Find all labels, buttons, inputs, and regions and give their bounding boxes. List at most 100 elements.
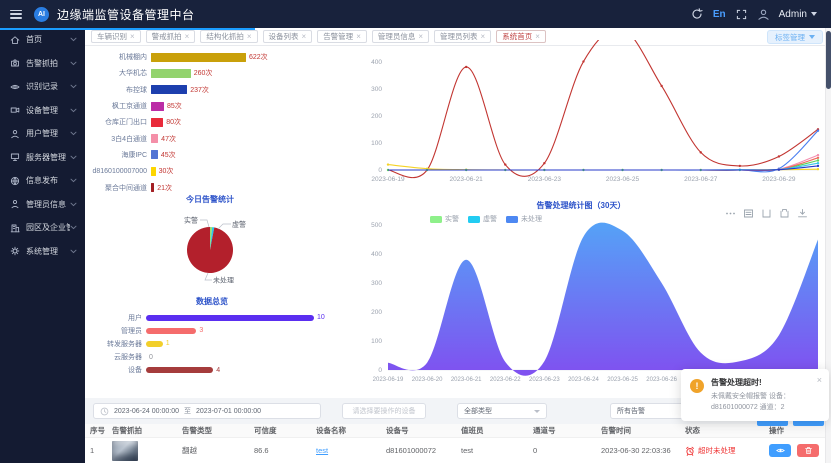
svg-text:2023-06-23: 2023-06-23: [528, 176, 562, 183]
bar-category-label: 大华机芯: [87, 68, 147, 78]
svg-text:虚警: 虚警: [232, 220, 246, 229]
sidebar-item-user-management[interactable]: 用户管理: [0, 122, 85, 146]
globe-icon: [10, 175, 21, 186]
close-icon[interactable]: ×: [302, 32, 307, 41]
table-header-cell: 操作: [769, 425, 819, 436]
user-name: Admin: [779, 9, 807, 20]
sidebar-item-system-management[interactable]: 系统管理: [0, 240, 85, 264]
tab-chip-2[interactable]: 结构化抓拍×: [200, 30, 257, 43]
bar-row: 大华机芯 260次: [87, 65, 339, 81]
svg-text:2023-06-19: 2023-06-19: [373, 377, 404, 383]
svg-text:2023-06-25: 2023-06-25: [606, 176, 640, 183]
sidebar-item-home[interactable]: 首页: [0, 28, 85, 52]
bar-row: 机械棚内622次: [87, 49, 339, 65]
chevron-down-icon: [534, 410, 540, 413]
bar: [151, 53, 246, 62]
chevron-down-icon: [70, 202, 77, 207]
chevron-down-icon: [70, 61, 77, 66]
close-icon[interactable]: ×: [185, 32, 190, 41]
table-header-cell: 状态: [685, 425, 769, 436]
person-icon: [10, 199, 21, 210]
bar: [151, 183, 154, 192]
bar-value-label: 260次: [194, 68, 213, 78]
bar: [151, 167, 156, 176]
tab-chip-3[interactable]: 设备列表×: [263, 30, 313, 43]
bar: [146, 341, 163, 347]
bar: [151, 118, 163, 127]
tab-chip-label: 警戒抓拍: [152, 31, 182, 42]
bar-row: 云服务器0: [87, 351, 339, 364]
bar: [151, 69, 191, 78]
svg-text:2023-06-22: 2023-06-22: [490, 377, 521, 383]
bar-row: 3白4白通道47次: [87, 130, 339, 146]
view-detail-button[interactable]: [769, 444, 791, 457]
close-icon[interactable]: ×: [817, 375, 822, 385]
avatar-icon[interactable]: [757, 8, 770, 21]
warning-icon: !: [690, 379, 704, 393]
svg-text:2023-06-24: 2023-06-24: [568, 377, 599, 383]
user-menu[interactable]: Admin: [779, 9, 817, 20]
date-range-picker[interactable]: 2023-06-24 00:00:00 至 2023-07-01 00:00:0…: [93, 403, 321, 419]
table-header-cell: 告警类型: [182, 425, 254, 436]
svg-text:0: 0: [378, 167, 382, 174]
cell-alarm-time: 2023-06-30 22:03:36: [601, 446, 685, 455]
tab-chip-label: 设备列表: [269, 31, 299, 42]
bar: [146, 367, 213, 373]
overview-chart-title: 数据总览: [137, 296, 287, 307]
type-select[interactable]: 全部类型: [457, 403, 547, 419]
sidebar-item-label: 设备管理: [26, 105, 58, 116]
sidebar-item-label: 信息发布: [26, 175, 58, 186]
svg-text:400: 400: [371, 59, 382, 66]
svg-text:2023-06-23: 2023-06-23: [529, 377, 560, 383]
sidebar-item-info-publish[interactable]: 信息发布: [0, 169, 85, 193]
svg-text:2023-06-19: 2023-06-19: [371, 176, 405, 183]
gear-icon: [10, 246, 21, 257]
svg-text:2023-06-26: 2023-06-26: [646, 377, 677, 383]
cell-operator: test: [461, 446, 533, 455]
refresh-icon[interactable]: [691, 8, 704, 21]
sidebar-item-admin-info[interactable]: 管理员信息: [0, 193, 85, 217]
menu-toggle-icon[interactable]: [10, 10, 22, 19]
delete-button[interactable]: [797, 444, 819, 457]
vertical-scrollbar-thumb[interactable]: [826, 31, 831, 89]
tab-chip-label: 结构化抓拍: [206, 31, 244, 42]
bar-category-label: 管理员: [87, 326, 142, 336]
alarm-snapshot-thumbnail[interactable]: [112, 441, 138, 461]
sidebar-item-alarm-capture[interactable]: 告警抓拍: [0, 52, 85, 76]
sidebar-item-label: 园区及企业管理: [26, 222, 70, 233]
bar-category-label: 3白4白通道: [87, 134, 147, 144]
table-header-cell: 可信度: [254, 425, 316, 436]
svg-text:实警: 实警: [184, 216, 198, 225]
chevron-down-icon: [811, 12, 817, 16]
language-toggle[interactable]: En: [713, 9, 726, 20]
tab-chip-0[interactable]: 车辆识别×: [91, 30, 141, 43]
svg-text:2023-06-29: 2023-06-29: [762, 176, 796, 183]
close-icon[interactable]: ×: [130, 32, 135, 41]
sidebar-item-server-management[interactable]: 服务器管理: [0, 146, 85, 170]
svg-text:100: 100: [371, 140, 382, 147]
home-icon: [10, 34, 21, 45]
fullscreen-icon[interactable]: [735, 8, 748, 21]
sidebar-item-recognition-records[interactable]: 识别记录: [0, 75, 85, 99]
device-name-link[interactable]: test: [316, 446, 328, 455]
sidebar-item-park-enterprise[interactable]: 园区及企业管理: [0, 216, 85, 240]
table-header-cell: 设备名称: [316, 425, 386, 436]
tab-chip-1[interactable]: 警戒抓拍×: [146, 30, 196, 43]
cell-device-no: d81601000072: [386, 446, 461, 455]
device-select-input[interactable]: 请选择要操作的设备: [342, 403, 426, 419]
svg-text:未处理: 未处理: [213, 276, 234, 285]
chevron-down-icon: [70, 37, 77, 42]
svg-text:2023-06-21: 2023-06-21: [450, 176, 484, 183]
toast-title: 告警处理超时!: [711, 377, 819, 388]
data-overview-bar-chart: 用户10管理员3转发服务器1云服务器0设备4: [87, 311, 339, 377]
cell-alarm-type: 翻越: [182, 445, 254, 456]
cell-no: 1: [90, 446, 112, 455]
eye-icon: [776, 447, 785, 454]
close-icon[interactable]: ×: [247, 32, 252, 41]
toast-body-line1: 未佩戴安全帽报警 设备：: [711, 393, 790, 400]
sidebar-item-device-management[interactable]: 设备管理: [0, 99, 85, 123]
type-select-value: 全部类型: [464, 406, 492, 416]
tab-chip-label: 车辆识别: [97, 31, 127, 42]
sidebar-item-label: 管理员信息: [26, 199, 66, 210]
alarm-handling-area-chart: 01002003004005002023-06-192023-06-202023…: [343, 195, 829, 395]
